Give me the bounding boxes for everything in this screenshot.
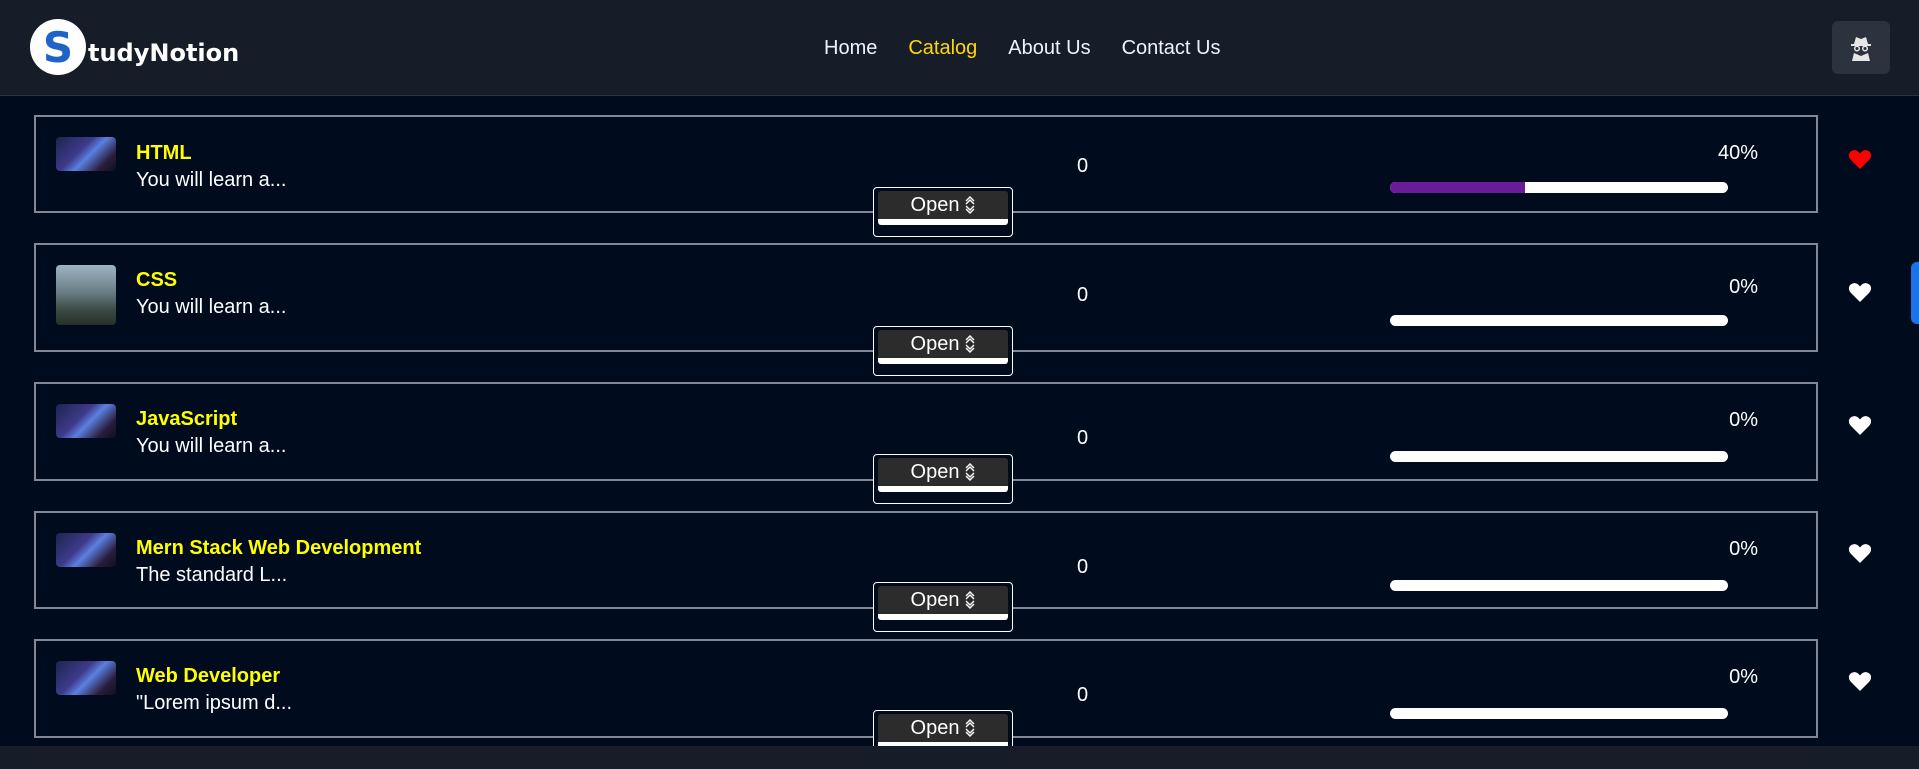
open-button-face[interactable]: Open xyxy=(878,458,1008,492)
user-incognito-icon xyxy=(1851,36,1871,61)
course-thumbnail xyxy=(56,137,116,171)
course-title[interactable]: Mern Stack Web Development xyxy=(136,537,421,560)
open-button-label: Open xyxy=(910,716,960,739)
chevron-up-down-icon xyxy=(965,463,975,481)
profile-button[interactable] xyxy=(1832,21,1890,74)
nav-contact-us[interactable]: Contact Us xyxy=(1122,37,1221,60)
studynotion-logo[interactable]: S tudyNotion xyxy=(30,18,239,76)
course-count: 0 xyxy=(1077,284,1089,306)
course-title[interactable]: Web Developer xyxy=(136,665,280,688)
open-button[interactable]: Open xyxy=(873,326,1013,376)
open-button-face[interactable]: Open xyxy=(878,714,1008,748)
course-count: 0 xyxy=(1077,155,1089,177)
heart-icon[interactable] xyxy=(1848,670,1872,692)
course-description: You will learn a... xyxy=(136,435,287,457)
brand-name: tudyNotion xyxy=(88,39,240,67)
nav-catalog[interactable]: Catalog xyxy=(908,37,977,60)
course-title[interactable]: HTML xyxy=(136,142,192,165)
course-count: 0 xyxy=(1077,684,1089,706)
chevron-up-down-icon xyxy=(965,591,975,609)
logo-badge: S xyxy=(30,19,86,75)
progress-bar xyxy=(1390,708,1728,719)
open-button-label: Open xyxy=(910,460,960,483)
progress-bar xyxy=(1390,315,1728,326)
open-button[interactable]: Open xyxy=(873,454,1013,504)
bottom-bar xyxy=(0,746,1919,769)
course-count: 0 xyxy=(1077,427,1089,449)
course-title[interactable]: JavaScript xyxy=(136,408,237,431)
open-button-label: Open xyxy=(910,588,960,611)
course-description: You will learn a... xyxy=(136,296,287,318)
progress-percent: 0% xyxy=(1729,409,1758,431)
course-thumbnail xyxy=(56,404,116,438)
progress-percent: 0% xyxy=(1729,538,1758,560)
open-button-face[interactable]: Open xyxy=(878,330,1008,364)
nav-about-us[interactable]: About Us xyxy=(1008,37,1090,60)
course-description: You will learn a... xyxy=(136,169,287,191)
open-button[interactable]: Open xyxy=(873,582,1013,632)
course-description: The standard L... xyxy=(136,564,288,586)
chevron-up-down-icon xyxy=(965,196,975,214)
open-button[interactable]: Open xyxy=(873,187,1013,237)
heart-filled-icon[interactable] xyxy=(1848,148,1872,170)
progress-bar xyxy=(1390,182,1728,193)
course-thumbnail xyxy=(56,533,116,567)
open-button-face[interactable]: Open xyxy=(878,191,1008,225)
nav-home[interactable]: Home xyxy=(824,37,877,60)
side-scroll-tab[interactable] xyxy=(1911,262,1919,324)
course-thumbnail xyxy=(56,265,116,325)
course-description: "Lorem ipsum d... xyxy=(136,692,293,714)
progress-percent: 0% xyxy=(1729,276,1758,298)
progress-percent: 0% xyxy=(1729,666,1758,688)
top-navbar: S tudyNotion Home Catalog About Us Conta… xyxy=(0,0,1919,96)
heart-icon[interactable] xyxy=(1848,542,1872,564)
chevron-up-down-icon xyxy=(965,719,975,737)
chevron-up-down-icon xyxy=(965,335,975,353)
course-count: 0 xyxy=(1077,556,1089,578)
open-button-label: Open xyxy=(910,193,960,216)
open-button-face[interactable]: Open xyxy=(878,586,1008,620)
progress-bar-fill xyxy=(1390,182,1526,193)
heart-icon[interactable] xyxy=(1848,414,1872,436)
progress-bar xyxy=(1390,580,1728,591)
open-button-label: Open xyxy=(910,332,960,355)
heart-icon[interactable] xyxy=(1848,281,1872,303)
progress-percent: 40% xyxy=(1717,142,1758,164)
course-thumbnail xyxy=(56,661,116,695)
main-nav: Home Catalog About Us Contact Us xyxy=(824,37,1252,60)
progress-bar xyxy=(1390,451,1728,462)
course-title[interactable]: CSS xyxy=(136,269,177,292)
